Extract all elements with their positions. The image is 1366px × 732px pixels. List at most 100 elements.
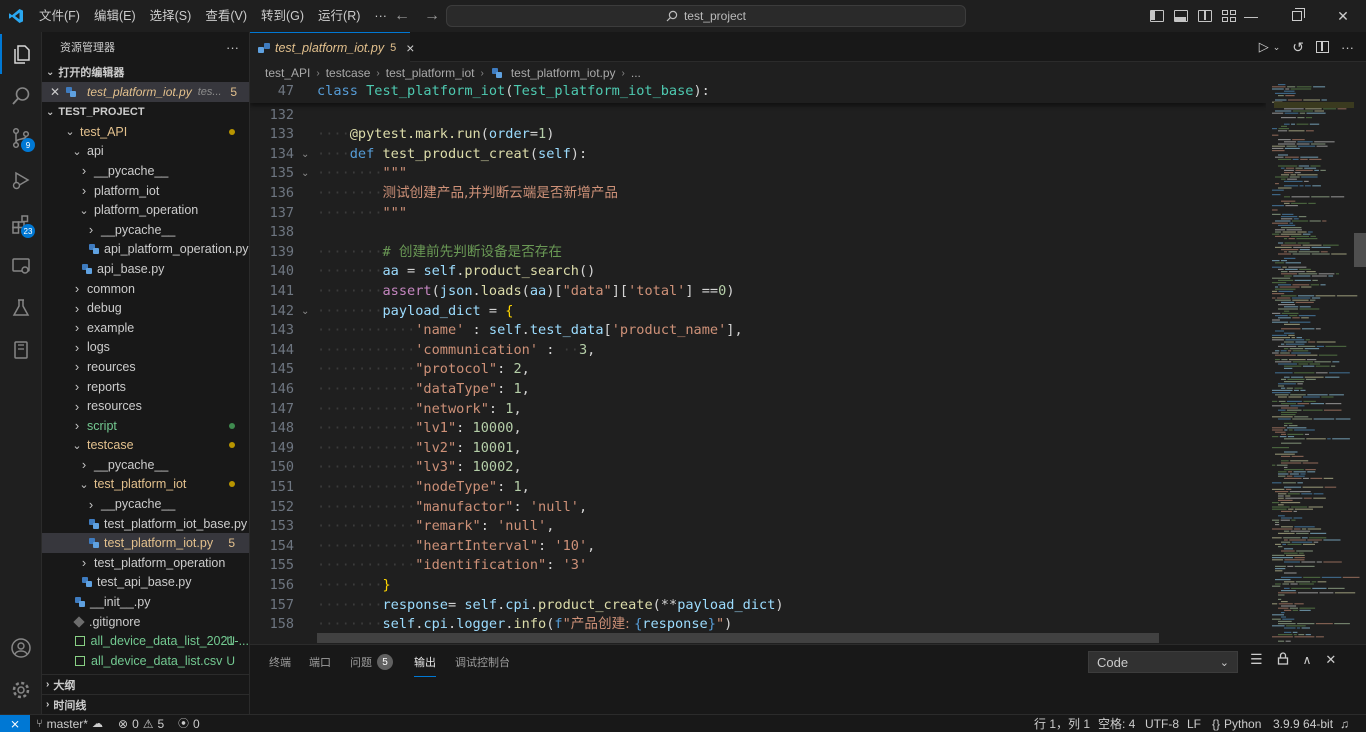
tree-item[interactable]: .gitignore	[42, 612, 249, 632]
code-line[interactable]: 143 ············'name' : self.test_data['…	[250, 321, 1266, 341]
open-editors-section[interactable]: ⌄ 打开的编辑器	[42, 62, 249, 82]
tree-item[interactable]: › resources	[42, 396, 249, 416]
output-channel-select[interactable]: Code ⌄	[1088, 651, 1238, 673]
notifications-bell-icon[interactable]: ♫	[1340, 715, 1349, 732]
tree-item[interactable]: › reources	[42, 357, 249, 377]
run-debug-icon[interactable]	[0, 160, 42, 200]
code-line[interactable]: 148 ············"lv1": 10000,	[250, 419, 1266, 439]
forward-arrow-icon[interactable]: →	[424, 7, 440, 25]
code-line[interactable]: 142 ⌄ ········payload_dict = {	[250, 302, 1266, 322]
tree-item[interactable]: ⌄ test_platform_iot	[42, 475, 249, 495]
menu-run[interactable]: 运行(R)	[311, 0, 367, 32]
fold-chevron-icon[interactable]: ⌄	[301, 302, 309, 322]
code-line[interactable]: 146 ············"dataType": 1,	[250, 380, 1266, 400]
tab-debug-console[interactable]: 调试控制台	[455, 645, 510, 679]
restore-icon[interactable]	[1274, 0, 1320, 32]
python-interpreter[interactable]: 3.9.9 64-bit	[1273, 715, 1333, 732]
indentation[interactable]: 空格: 4	[1098, 715, 1135, 732]
sidebar-more-button[interactable]: ···	[226, 40, 239, 55]
tree-item[interactable]: › example	[42, 318, 249, 338]
tree-item[interactable]: › __pycache__	[42, 161, 249, 181]
code-line[interactable]: 151 ············"nodeType": 1,	[250, 478, 1266, 498]
clear-output-icon[interactable]: ☰	[1250, 651, 1263, 668]
code-line[interactable]: 145 ············"protocol": 2,	[250, 360, 1266, 380]
code-line[interactable]: 137 ········"""	[250, 204, 1266, 224]
minimize-icon[interactable]: —	[1228, 0, 1274, 32]
tree-item[interactable]: test_platform_iot_base.py	[42, 514, 249, 534]
tree-item[interactable]: ⌄ testcase	[42, 436, 249, 456]
split-editor-icon[interactable]	[1316, 41, 1329, 53]
code-line[interactable]: 134 ⌄ ····def test_product_creat(self):	[250, 145, 1266, 165]
search-sidebar-icon[interactable]	[0, 76, 42, 116]
close-window-icon[interactable]: ✕	[1320, 0, 1366, 32]
toggle-panel-icon[interactable]	[1174, 10, 1188, 22]
tree-item[interactable]: ⌄ api	[42, 142, 249, 162]
tree-item[interactable]: __init__.py	[42, 592, 249, 612]
breadcrumb-item[interactable]: testcase	[326, 66, 371, 80]
run-dropdown-chevron-icon[interactable]: ⌄	[1273, 42, 1281, 53]
menu-file[interactable]: 文件(F)	[32, 0, 87, 32]
extensions-icon[interactable]: 23	[0, 204, 42, 244]
code-line[interactable]: 154 ············"heartInterval": '10',	[250, 537, 1266, 557]
tree-item[interactable]: ⌄ platform_operation	[42, 200, 249, 220]
tree-item[interactable]: › reports	[42, 377, 249, 397]
code-line[interactable]: 136 ········测试创建产品,并判断云端是否新增产品	[250, 184, 1266, 204]
tab-output[interactable]: 输出	[414, 647, 436, 677]
breadcrumb-item[interactable]: test_platform_iot.py	[511, 66, 616, 80]
lock-scroll-icon[interactable]	[1277, 651, 1289, 668]
code-line[interactable]: 138	[250, 223, 1266, 243]
problems-status[interactable]: ⊗ 0 ⚠ 5	[118, 715, 164, 732]
testing-flask-icon[interactable]	[0, 288, 42, 328]
fold-chevron-icon[interactable]: ⌄	[301, 164, 309, 184]
code-line[interactable]: 147 ············"network": 1,	[250, 400, 1266, 420]
tree-item[interactable]: test_api_base.py	[42, 573, 249, 593]
remote-indicator-icon[interactable]: ⨯	[0, 715, 30, 732]
tree-item[interactable]: api_platform_operation.py	[42, 240, 249, 260]
code-line[interactable]: 157 ········response= self.cpi.product_cr…	[250, 596, 1266, 616]
sticky-scroll-header[interactable]: 47 class Test_platform_iot(Test_platform…	[250, 82, 1266, 103]
tree-item[interactable]: all_device_data_list.csv U	[42, 651, 249, 671]
tree-item[interactable]: › __pycache__	[42, 220, 249, 240]
menu-view[interactable]: 查看(V)	[198, 0, 254, 32]
code-line[interactable]: 135 ⌄ ········"""	[250, 164, 1266, 184]
code-line[interactable]: 133 ····@pytest.mark.run(order=1)	[250, 125, 1266, 145]
breadcrumb-item[interactable]: test_platform_iot	[386, 66, 475, 80]
code-line[interactable]: 156 ········}	[250, 576, 1266, 596]
code-line[interactable]: 144 ············'communication' : ··3,	[250, 341, 1266, 361]
tree-item[interactable]: › script	[42, 416, 249, 436]
toggle-primary-sidebar-icon[interactable]	[1150, 10, 1164, 22]
encoding[interactable]: UTF-8	[1145, 715, 1179, 732]
tab-terminal[interactable]: 终端	[269, 645, 291, 679]
notebook-icon[interactable]	[0, 330, 42, 370]
breadcrumb-item[interactable]: test_API	[265, 66, 310, 80]
menu-selection[interactable]: 选择(S)	[143, 0, 199, 32]
code-line[interactable]: 132	[250, 106, 1266, 126]
explorer-icon[interactable]	[0, 34, 42, 74]
back-arrow-icon[interactable]: ←	[394, 7, 410, 25]
tree-item[interactable]: › common	[42, 279, 249, 299]
tree-item[interactable]: › logs	[42, 338, 249, 358]
menu-more[interactable]: ···	[367, 0, 394, 32]
code-line[interactable]: 140 ········aa = self.product_search()	[250, 262, 1266, 282]
tab-ports[interactable]: 端口	[309, 645, 331, 679]
code-editor[interactable]: 47 class Test_platform_iot(Test_platform…	[250, 82, 1266, 644]
tab-problems[interactable]: 问题 5	[350, 645, 393, 679]
ports-status[interactable]: ⦿ 0	[178, 715, 200, 732]
branch-status[interactable]: ⑂ master* ☁	[36, 715, 103, 732]
code-line[interactable]: 141 ········assert(json.loads(aa)["data"]…	[250, 282, 1266, 302]
tree-item[interactable]: ⌄ test_API	[42, 122, 249, 142]
code-line[interactable]: 153 ············"remark": 'null',	[250, 517, 1266, 537]
open-changes-timeline-icon[interactable]: ↺	[1292, 39, 1304, 56]
tree-item[interactable]: › __pycache__	[42, 494, 249, 514]
manage-gear-icon[interactable]	[0, 670, 42, 710]
horizontal-scrollbar[interactable]	[317, 633, 1159, 643]
account-icon[interactable]	[0, 628, 42, 668]
end-of-line[interactable]: LF	[1187, 715, 1201, 732]
tree-item[interactable]: api_base.py	[42, 259, 249, 279]
close-panel-icon[interactable]: ✕	[1325, 652, 1336, 668]
tree-item[interactable]: test_platform_iot.py 5	[42, 533, 249, 554]
vertical-scrollbar-thumb[interactable]	[1354, 233, 1366, 267]
code-line[interactable]: 158 ········self.cpi.logger.info(f"产品创建: …	[250, 615, 1266, 635]
outline-section[interactable]: › 大纲	[42, 674, 249, 694]
minimap[interactable]	[1266, 82, 1366, 644]
